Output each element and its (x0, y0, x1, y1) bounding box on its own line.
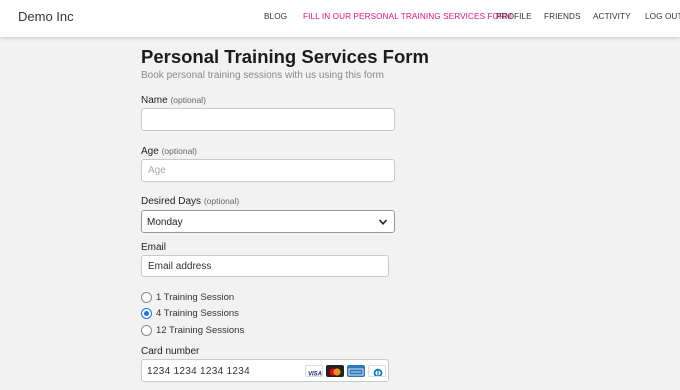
session-option-label: 4 Training Sessions (156, 308, 239, 319)
brand-logo[interactable]: Demo Inc (18, 9, 74, 24)
session-option-label: 1 Training Session (156, 292, 235, 303)
age-label-text: Age (141, 146, 159, 157)
email-input[interactable] (141, 255, 389, 277)
days-label: Desired Days (optional) (141, 196, 239, 207)
diners-icon (368, 365, 386, 377)
days-label-text: Desired Days (141, 196, 202, 207)
svg-text:VISA: VISA (308, 372, 322, 378)
radio-button-checked[interactable] (141, 308, 152, 319)
card-number-input[interactable]: 1234 1234 1234 1234 VISA (141, 359, 389, 382)
name-optional-hint: (optional) (170, 95, 206, 105)
nav-link-profile[interactable]: PROFILE (496, 12, 532, 21)
age-input[interactable] (141, 159, 395, 182)
session-option-12[interactable]: 12 Training Sessions (141, 324, 245, 338)
radio-button[interactable] (141, 325, 152, 336)
card-number-label: Card number (141, 346, 200, 357)
age-optional-hint: (optional) (161, 146, 198, 156)
mastercard-icon (326, 365, 344, 377)
top-navbar: Demo Inc BLOG FILL IN OUR PERSONAL TRAIN… (0, 0, 680, 37)
form-title: Personal Training Services Form (141, 46, 429, 67)
visa-icon: VISA (305, 365, 323, 377)
name-input[interactable] (141, 108, 395, 131)
nav-link-blog[interactable]: BLOG (264, 12, 287, 21)
chevron-down-icon (378, 219, 388, 225)
card-number-placeholder: 1234 1234 1234 1234 (147, 366, 251, 377)
days-optional-hint: (optional) (203, 196, 240, 206)
days-selected-value: Monday (147, 217, 183, 228)
session-option-1[interactable]: 1 Training Session (141, 291, 241, 305)
name-label-text: Name (141, 95, 168, 106)
session-option-label: 12 Training Sessions (156, 325, 245, 336)
email-label: Email (141, 242, 167, 253)
nav-link-activity[interactable]: ACTIVITY (593, 12, 631, 21)
days-select[interactable]: Monday (141, 210, 395, 233)
amex-icon (347, 365, 365, 377)
nav-link-friends[interactable]: FRIENDS (544, 12, 581, 21)
nav-link-logout[interactable]: LOG OUT (645, 12, 680, 21)
name-label: Name (optional) (141, 95, 206, 106)
age-label: Age (optional) (141, 146, 197, 157)
nav-link-training-form[interactable]: FILL IN OUR PERSONAL TRAINING SERVICES F… (303, 12, 512, 21)
radio-button[interactable] (141, 292, 152, 303)
session-option-4[interactable]: 4 Training Sessions (141, 307, 241, 321)
form-subtitle: Book personal training sessions with us … (141, 70, 384, 81)
